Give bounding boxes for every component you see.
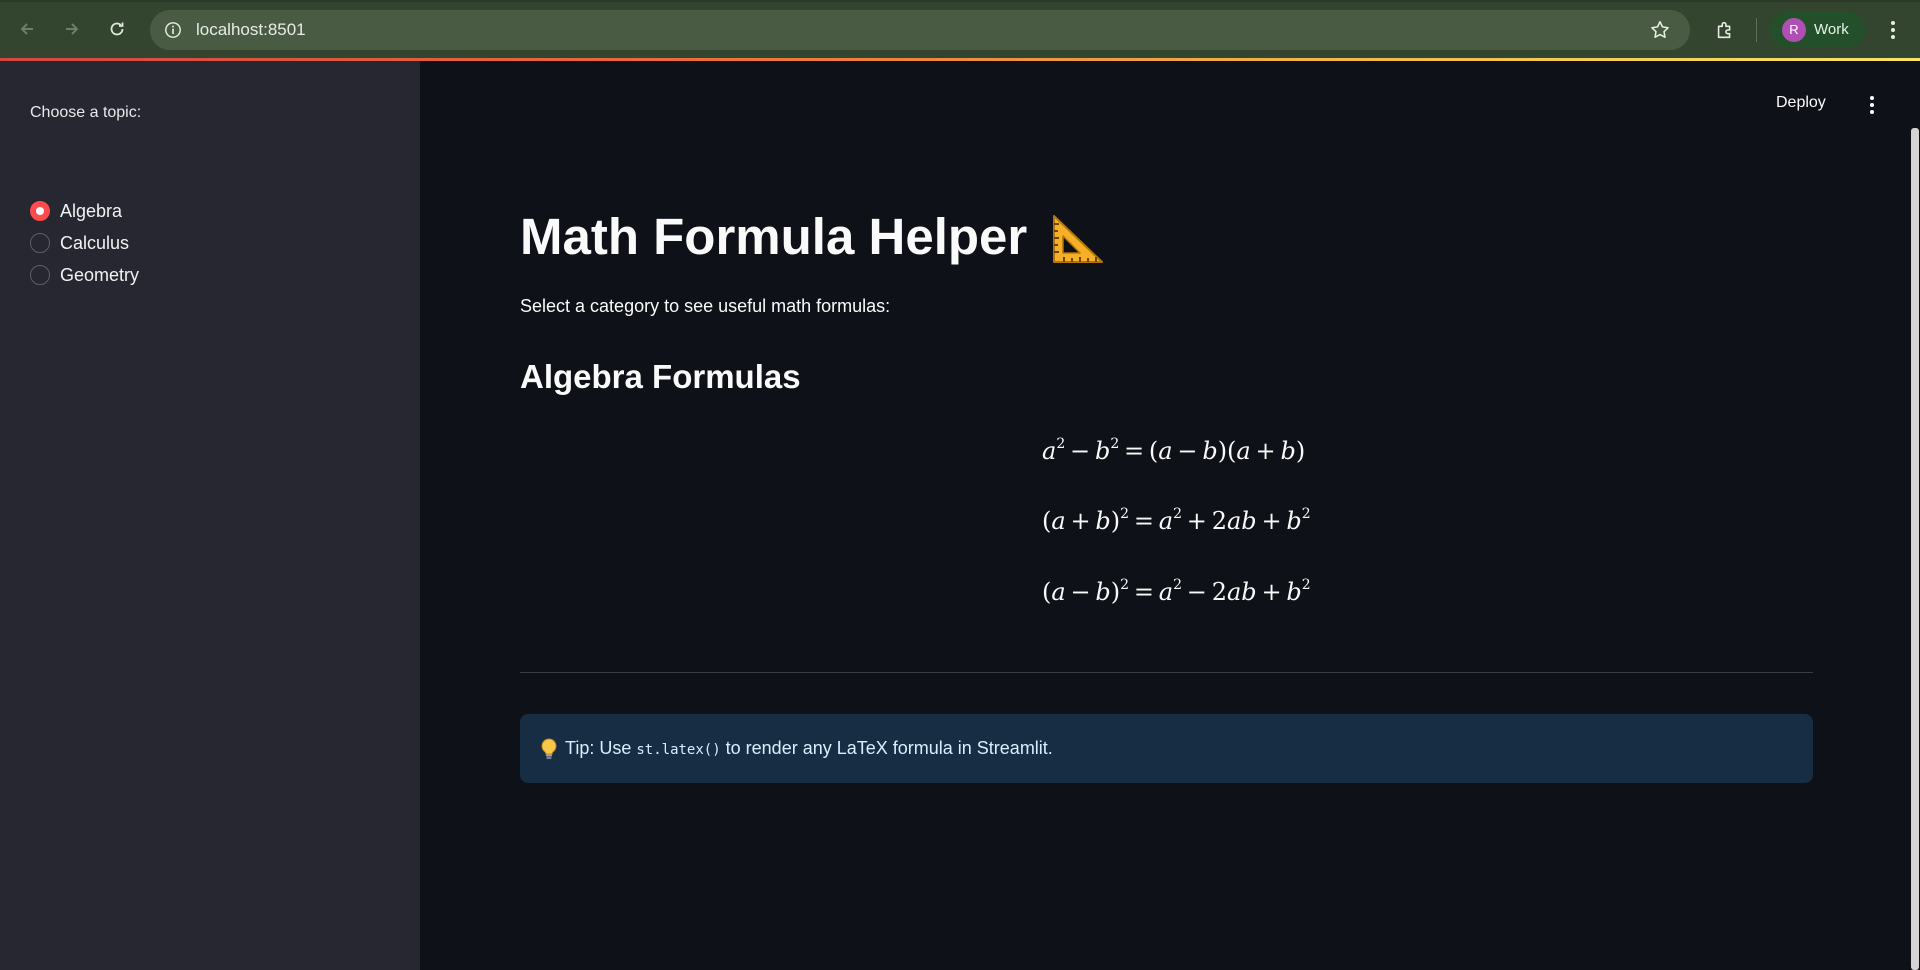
app-menu-icon[interactable] (1862, 93, 1882, 117)
radio-button[interactable] (30, 265, 50, 285)
radio-option-algebra[interactable]: Algebra (30, 199, 122, 223)
profile-name: Work (1814, 21, 1849, 38)
avatar: R (1782, 17, 1806, 42)
back-button[interactable] (12, 14, 42, 44)
info-callout: Tip: Use st.latex() to render any LaTeX … (520, 714, 1813, 783)
browser-toolbar: localhost:8501 R Work (0, 0, 1920, 61)
tab-strip-edge (0, 0, 1920, 2)
horizontal-divider (520, 672, 1813, 673)
arrow-left-icon (20, 23, 33, 35)
url-text[interactable]: localhost:8501 (196, 20, 306, 40)
page-subtitle: Select a category to see useful math for… (520, 296, 891, 316)
radio-button[interactable] (30, 233, 50, 253)
tip-text-prefix: Tip: Use (565, 738, 632, 758)
site-info-icon[interactable] (162, 19, 184, 41)
forward-button[interactable] (57, 14, 87, 44)
topic-radio-label: Choose a topic: (30, 104, 142, 121)
radio-option-calculus[interactable]: Calculus (30, 231, 129, 255)
radio-option-label: Calculus (60, 232, 130, 253)
formula-1: a2 − b2 = (a − b)(a + b) (1042, 436, 1306, 465)
triangular-ruler-icon (1053, 215, 1103, 263)
radio-button-selected[interactable] (30, 201, 50, 221)
radio-option-label: Geometry (60, 264, 140, 285)
profile-button[interactable]: R Work (1770, 11, 1865, 48)
reload-button[interactable] (102, 14, 132, 44)
section-heading: Algebra Formulas (520, 358, 801, 395)
browser-menu-icon[interactable] (1880, 16, 1906, 44)
address-bar[interactable]: localhost:8501 (150, 10, 1690, 50)
toolbar-divider (1756, 18, 1757, 42)
radio-option-geometry[interactable]: Geometry (30, 263, 139, 287)
extensions-icon[interactable] (1711, 16, 1739, 44)
reload-icon (110, 22, 124, 36)
tip-text-suffix: to render any LaTeX formula in Streamlit… (725, 738, 1053, 758)
radio-option-label: Algebra (60, 200, 123, 221)
sidebar (0, 61, 420, 970)
formula-3: (a − b)2 = a2 − 2ab + b2 (1042, 577, 1311, 606)
light-bulb-icon (541, 737, 557, 759)
bookmark-star-icon[interactable] (1648, 18, 1672, 42)
page-title: Math Formula Helper (520, 208, 1028, 265)
formula-2: (a + b)2 = a2 + 2ab + b2 (1042, 506, 1311, 535)
page-scrollbar[interactable] (1911, 128, 1919, 970)
tip-code: st.latex() (636, 741, 721, 758)
arrow-right-icon (66, 23, 79, 35)
deploy-button[interactable]: Deploy (1776, 94, 1826, 112)
